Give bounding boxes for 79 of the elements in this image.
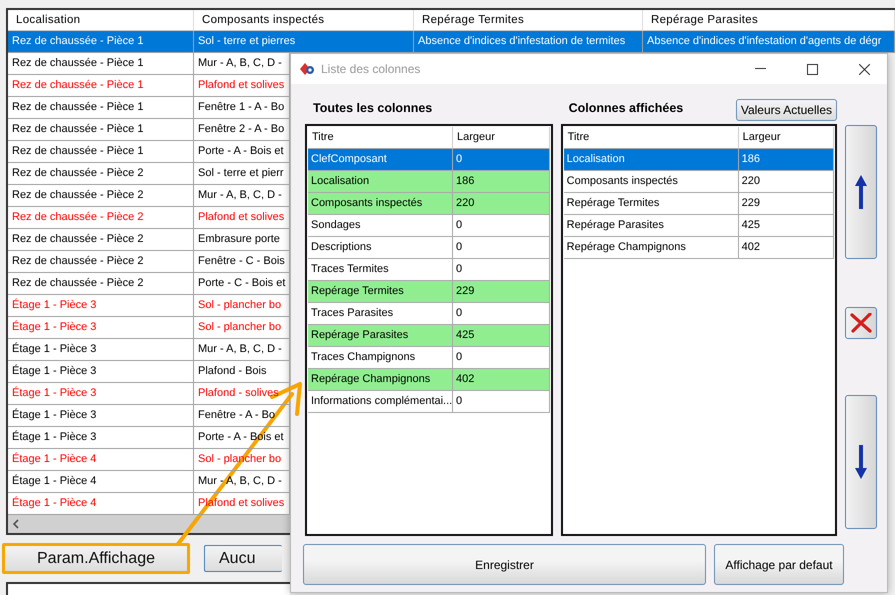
table-cell: Rez de chaussée - Pièce 1 [8, 31, 194, 53]
list-cell[interactable]: Traces Parasites [308, 303, 453, 325]
table-cell: Sol - terre et pierres [194, 31, 414, 53]
toolbar-button[interactable]: Param.Affichage [2, 543, 190, 574]
list-cell[interactable]: Descriptions [308, 237, 453, 259]
list-cell[interactable]: Composants inspectés [308, 193, 453, 215]
list-cell[interactable]: 220 [453, 193, 550, 215]
list-cell[interactable]: ClefComposant [308, 149, 453, 171]
table-cell: Rez de chaussée - Pièce 1 [8, 97, 194, 119]
table-cell: Étage 1 - Pièce 3 [8, 339, 194, 361]
table-cell: Rez de chaussée - Pièce 2 [8, 273, 194, 295]
list-cell[interactable]: 425 [738, 215, 834, 237]
table-cell: Étage 1 - Pièce 3 [8, 317, 194, 339]
list-cell[interactable]: 229 [453, 281, 550, 303]
table-cell: Rez de chaussée - Pièce 1 [8, 75, 194, 97]
list-cell[interactable]: 402 [453, 369, 550, 391]
table-cell: Rez de chaussée - Pièce 2 [8, 207, 194, 229]
list-cell[interactable]: Repérage Termites [308, 281, 453, 303]
table-cell: Rez de chaussée - Pièce 2 [8, 229, 194, 251]
toolbar-button[interactable]: Aucu [204, 545, 282, 572]
table-cell: Étage 1 - Pièce 4 [8, 471, 194, 493]
table-cell: Rez de chaussée - Pièce 1 [8, 53, 194, 75]
list-cell[interactable]: 0 [453, 303, 550, 325]
table-cell: Étage 1 - Pièce 3 [8, 405, 194, 427]
list-cell[interactable]: Localisation [564, 149, 739, 171]
down-arrow-icon [855, 445, 867, 479]
table-cell: Absence d'indices d'infestation de termites [414, 31, 643, 53]
table-cell: Plafond - solives [194, 383, 290, 405]
list-cell[interactable]: Traces Champignons [308, 347, 453, 369]
move-up-button[interactable] [845, 125, 877, 259]
horizontal-scrollbar[interactable] [6, 515, 290, 535]
list-cell[interactable]: 0 [453, 237, 550, 259]
window-title: Liste des colonnes [321, 62, 422, 76]
list-cell[interactable]: Sondages [308, 215, 453, 237]
table-cell: Étage 1 - Pièce 4 [8, 449, 194, 471]
list-cell[interactable]: 0 [453, 149, 550, 171]
table-cell: Rez de chaussée - Pièce 2 [8, 163, 194, 185]
section-heading: Toutes les colonnes [313, 101, 432, 115]
list-cell[interactable]: 229 [738, 193, 834, 215]
table-cell: Rez de chaussée - Pièce 1 [8, 141, 194, 163]
list-cell[interactable]: Composants inspectés [564, 171, 739, 193]
remove-button[interactable] [845, 307, 877, 339]
list-cell[interactable]: 402 [738, 237, 834, 259]
list-cell[interactable]: Informations complémentai... [308, 391, 453, 413]
list-cell[interactable]: 0 [453, 391, 550, 413]
close-icon [850, 313, 872, 333]
minimize-icon [754, 68, 766, 70]
list-cell[interactable]: 425 [453, 325, 550, 347]
list-cell[interactable]: Traces Termites [308, 259, 453, 281]
maximize-icon [806, 64, 818, 74]
list-cell[interactable]: 220 [738, 171, 834, 193]
dialog-button[interactable]: Affichage par defaut [714, 544, 844, 585]
list-cell[interactable]: 0 [453, 347, 550, 369]
table-cell: Absence d'indices d'infestation d'agents de dégr [643, 31, 895, 53]
app-logo-icon [299, 62, 315, 76]
section-heading: Colonnes affichées [568, 101, 684, 115]
table-cell: Rez de chaussée - Pièce 2 [8, 185, 194, 207]
list-cell[interactable]: 186 [738, 149, 834, 171]
up-arrow-icon [855, 175, 867, 209]
list-cell[interactable]: 186 [453, 171, 550, 193]
list-cell[interactable]: Repérage Champignons [308, 369, 453, 391]
list-cell[interactable]: Localisation [308, 171, 453, 193]
dialog-button[interactable]: Enregistrer [303, 544, 706, 585]
table-cell: Rez de chaussée - Pièce 2 [8, 251, 194, 273]
table-cell: Étage 1 - Pièce 3 [8, 361, 194, 383]
list-cell[interactable]: Repérage Parasites [564, 215, 739, 237]
list-cell[interactable]: Repérage Termites [564, 193, 739, 215]
list-cell[interactable]: 0 [453, 259, 550, 281]
move-down-button[interactable] [845, 395, 877, 529]
list-cell[interactable]: Repérage Parasites [308, 325, 453, 347]
close-icon [858, 64, 870, 74]
scroll-left-icon [12, 519, 20, 529]
current-values-button[interactable]: Valeurs Actuelles [736, 99, 837, 121]
table-cell: Étage 1 - Pièce 3 [8, 427, 194, 449]
list-cell[interactable]: 0 [453, 215, 550, 237]
table-cell: Rez de chaussée - Pièce 1 [8, 119, 194, 141]
table-cell: Étage 1 - Pièce 3 [8, 383, 194, 405]
list-cell[interactable]: Repérage Champignons [564, 237, 739, 259]
table-cell: Étage 1 - Pièce 3 [8, 295, 194, 317]
